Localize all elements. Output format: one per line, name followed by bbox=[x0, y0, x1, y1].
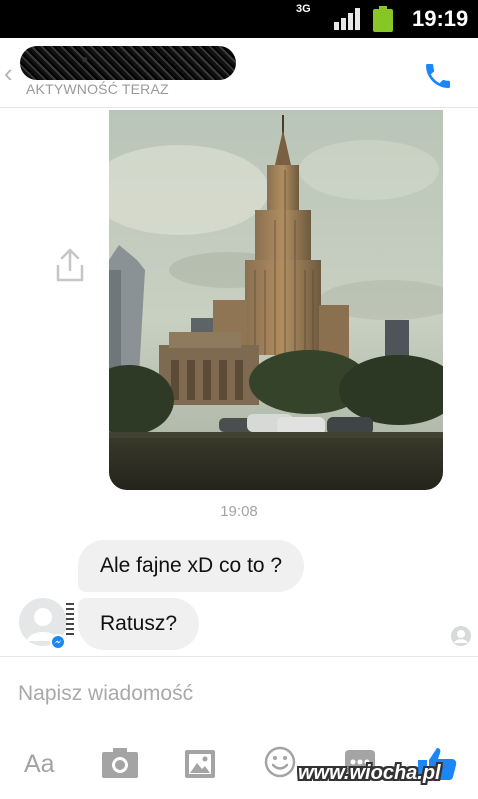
phone-icon[interactable] bbox=[422, 60, 454, 92]
active-status: AKTYWNOŚĆ TERAZ bbox=[26, 81, 169, 97]
shared-photo[interactable] bbox=[109, 110, 443, 490]
emoji-icon[interactable] bbox=[264, 745, 296, 781]
message-bubble[interactable]: Ratusz? bbox=[78, 598, 200, 650]
message-timestamp: 19:08 bbox=[220, 503, 258, 520]
network-type: 3G bbox=[296, 3, 311, 15]
watermark: www.wiocha.pl bbox=[298, 762, 441, 784]
contact-name[interactable] bbox=[20, 46, 236, 80]
status-bar: 3G 19:19 bbox=[0, 0, 478, 38]
camera-icon[interactable] bbox=[101, 745, 139, 781]
back-icon[interactable]: ‹ bbox=[4, 60, 13, 86]
message-input[interactable] bbox=[18, 679, 438, 709]
message-bubble[interactable]: Ale fajne xD co to ? bbox=[78, 540, 305, 592]
seen-icon bbox=[451, 626, 471, 646]
gallery-icon[interactable] bbox=[184, 745, 216, 781]
share-icon[interactable] bbox=[54, 247, 86, 283]
messenger-icon bbox=[50, 634, 66, 650]
message-list: 19:08 Ale fajne xD co to ? Ratusz? bbox=[0, 108, 478, 656]
signal-icon bbox=[334, 8, 360, 30]
conversation-header: ‹ AKTYWNOŚĆ TERAZ bbox=[0, 38, 478, 108]
battery-icon bbox=[373, 6, 393, 32]
clock: 19:19 bbox=[412, 6, 469, 31]
text-format-button[interactable]: Aa bbox=[24, 747, 55, 783]
